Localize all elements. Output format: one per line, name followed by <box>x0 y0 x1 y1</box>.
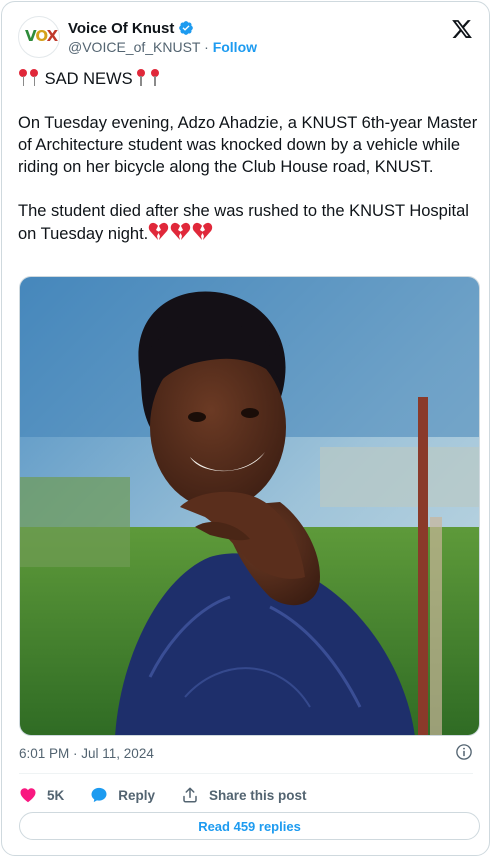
post-card: VOX Voice Of Knust @VOICE_of_KNUST · Fol… <box>1 1 490 856</box>
read-replies-button[interactable]: Read 459 replies <box>19 812 480 840</box>
like-count: 5K <box>47 787 65 803</box>
share-label: Share this post <box>209 787 307 803</box>
post-timestamp[interactable]: 6:01 PM · Jul 11, 2024 <box>19 746 154 761</box>
post-paragraph-2: The student died after she was rushed to… <box>18 202 469 243</box>
pin-icon <box>29 69 39 87</box>
photo-portrait <box>20 277 479 735</box>
post-headline-line: SAD NEWS <box>18 68 478 90</box>
pin-icon <box>18 69 28 87</box>
broken-heart-icon <box>149 222 213 240</box>
like-button[interactable]: 5K <box>19 786 64 804</box>
post-header: VOX Voice Of Knust @VOICE_of_KNUST · Fol… <box>18 14 473 62</box>
info-icon[interactable] <box>455 743 473 761</box>
share-button[interactable]: Share this post <box>181 786 307 804</box>
post-paragraph-1: On Tuesday evening, Adzo Ahadzie, a KNUS… <box>18 114 478 176</box>
broken-hearts <box>148 222 214 248</box>
reply-label: Reply <box>118 787 156 803</box>
action-bar: 5K Reply Share this post <box>19 784 333 806</box>
reply-bubble-icon <box>91 787 107 803</box>
avatar-logo: VOX <box>25 27 58 45</box>
reply-button[interactable]: Reply <box>90 786 155 804</box>
x-logo-icon[interactable] <box>451 18 473 40</box>
divider <box>19 773 473 774</box>
separator-dot: · <box>204 39 209 55</box>
post-paragraph-2-line: The student died after she was rushed to… <box>18 200 478 248</box>
post-text: SAD NEWS On Tuesday evening, Adzo Ahadzi… <box>18 68 478 248</box>
pin-icon <box>150 69 160 87</box>
author-handle-row: @VOICE_of_KNUST · Follow <box>68 39 257 55</box>
verified-badge-icon <box>179 21 194 35</box>
pin-icon <box>136 69 146 87</box>
follow-button[interactable]: Follow <box>213 39 257 55</box>
author-name-row[interactable]: Voice Of Knust <box>68 18 194 38</box>
share-icon <box>183 787 197 803</box>
heart-icon <box>20 788 36 803</box>
author-name[interactable]: Voice Of Knust <box>68 20 174 37</box>
avatar[interactable]: VOX <box>18 16 60 58</box>
post-headline: SAD NEWS <box>44 70 133 88</box>
author-handle[interactable]: @VOICE_of_KNUST <box>68 39 200 55</box>
post-photo[interactable] <box>19 276 480 736</box>
